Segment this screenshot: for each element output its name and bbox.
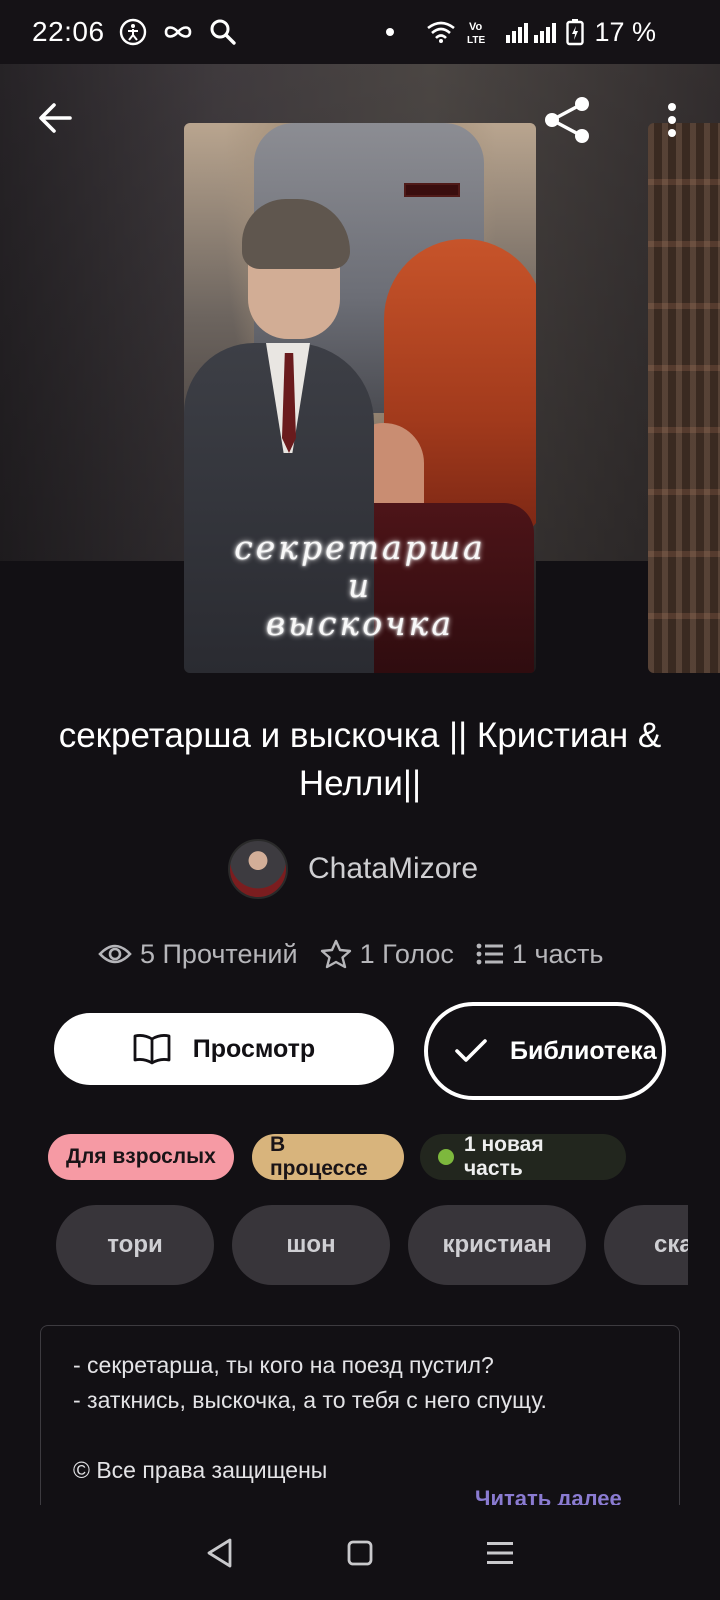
votes-stat: 1 Голос [320,938,454,970]
back-triangle-icon [207,1538,232,1567]
story-title: секретарша и выскочка || Кристиан & Нелл… [58,716,662,803]
tag-chip[interactable]: кристиан [408,1205,586,1285]
share-icon [545,97,589,143]
more-options-button[interactable] [648,92,696,148]
author-row[interactable]: ChataMizore [228,838,478,900]
read-button-label: Просмотр [192,1034,316,1063]
author-name[interactable]: ChataMizore [308,852,478,886]
nav-home-button[interactable] [330,1523,390,1583]
cover-title-text: секретарша и выскочка [234,528,486,643]
menu-lines-icon [487,1541,513,1564]
svg-text:Vo: Vo [469,21,483,33]
nav-back-button[interactable] [190,1523,250,1583]
checkmark-icon [455,1039,487,1062]
description-line: © Все права защищены [73,1457,328,1483]
status-right-icons: Vo LTE 17 % [386,0,656,64]
tag-chip[interactable]: тори [56,1205,214,1285]
mature-badge: Для взрослых [48,1134,234,1180]
parts-stat: 1 часть [476,938,604,970]
share-button[interactable] [540,92,596,148]
read-more-link[interactable]: Читать далее [475,1486,622,1505]
home-square-icon [347,1540,373,1565]
eye-icon [98,944,132,964]
next-story-cover[interactable] [648,123,720,673]
read-button[interactable]: Просмотр [54,1013,394,1085]
new-parts-badge: 1 новая часть [420,1133,626,1180]
new-parts-label: 1 новая часть [463,1133,544,1180]
search-icon [209,18,237,46]
book-open-icon [133,1034,171,1065]
story-cover[interactable]: секретарша и выскочка [184,123,536,673]
notification-dot-icon [386,28,395,36]
battery-charging-icon [566,18,585,46]
status-time: 22:06 [32,16,105,47]
library-button-label: Библиотека [510,1037,657,1065]
story-description: - секретарша, ты кого на поезд пустил? -… [40,1325,680,1505]
reads-count: 5 Прочтений [140,938,298,969]
library-button[interactable]: Библиотека [424,1002,666,1100]
link-icon [163,21,193,43]
reads-stat: 5 Прочтений [98,939,298,970]
description-line [73,1418,647,1453]
arrow-left-icon [39,103,72,133]
battery-percentage: 17 % [594,16,656,47]
tag-chip[interactable]: шон [232,1205,390,1285]
status-bar: 22:06 Vo LTE 17 % [0,0,720,64]
list-icon [476,943,503,965]
avatar[interactable] [228,839,288,899]
wifi-icon [426,20,456,44]
star-icon [320,939,351,969]
svg-text:LTE: LTE [467,35,485,45]
signal-icon [506,21,557,43]
description-line: - заткнись, выскочка, а то тебя с него с… [73,1387,547,1413]
parts-count: 1 часть [511,938,604,969]
more-vertical-icon [668,103,676,137]
accessibility-icon [119,18,147,46]
votes-count: 1 Голос [359,938,454,969]
status-left-icons [119,18,237,46]
system-nav-bar [0,1505,720,1600]
tag-chip[interactable]: скандал [604,1205,688,1285]
status-badge: В процессе [252,1133,404,1180]
back-button[interactable] [30,92,82,144]
volte-icon: Vo LTE [466,19,496,45]
story-stats: 5 Прочтений 1 Голос 1 часть [98,934,603,974]
nav-recents-button[interactable] [470,1523,530,1583]
tags-list[interactable]: тори шон кристиан скандал [56,1205,688,1285]
description-line: - секретарша, ты кого на поезд пустил? [73,1352,494,1378]
new-indicator-dot [438,1149,454,1165]
